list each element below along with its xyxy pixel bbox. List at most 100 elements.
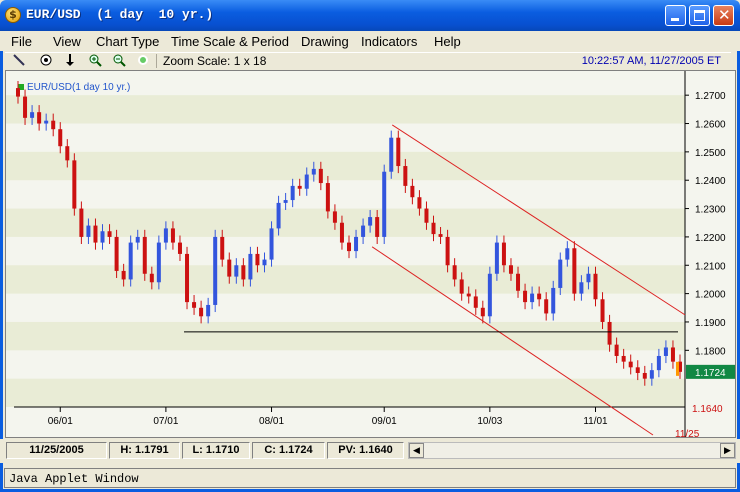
ohlc-body (544, 299, 549, 314)
price-chart[interactable]: 1.2700 1.2600 1.2500 1.2400 1.2300 1.2200 1.21… (6, 71, 735, 437)
zoom-out-icon[interactable] (111, 53, 127, 69)
ohlc-body (44, 120, 49, 124)
ohlc-body (516, 273, 521, 291)
menu-drawing[interactable]: Drawing (301, 34, 349, 49)
ohlc-body (30, 112, 35, 118)
status-close: C: 1.1724 (252, 442, 325, 459)
ohlc-body (318, 168, 323, 184)
marker-price-label: 1.1640 (692, 404, 723, 415)
ohlc-body (480, 307, 485, 317)
window-frame-left (0, 31, 3, 492)
minimize-button[interactable] (665, 5, 686, 26)
ohlc-body (670, 347, 675, 362)
ohlc-body (325, 183, 330, 212)
ohlc-body (396, 137, 401, 167)
ohlc-body (656, 355, 661, 371)
ohlc-body (663, 347, 668, 356)
menu-view[interactable]: View (53, 34, 81, 49)
window-title: EUR/USD (1 day 10 yr.) (26, 7, 214, 22)
horizontal-scrollbar[interactable]: ◀ ▶ (408, 442, 736, 459)
ohlc-body (523, 290, 528, 303)
ohlc-body (192, 302, 197, 308)
ohlc-body (149, 273, 154, 283)
arrow-down-icon[interactable] (62, 53, 78, 69)
title-bar: $ EUR/USD (1 day 10 yr.) ✕ (0, 0, 740, 31)
ohlc-body (185, 253, 190, 303)
x-tick-label: 08/01 (259, 416, 284, 427)
ohlc-body (79, 208, 84, 237)
ohlc-body (311, 168, 316, 175)
ohlc-body (347, 242, 351, 252)
ohlc-body (445, 236, 450, 266)
close-icon: ✕ (718, 6, 731, 24)
ohlc-body (438, 234, 443, 237)
toolbar: Zoom Scale: 1 x 18 10:22:57 AM, 11/27/20… (5, 52, 731, 71)
ohlc-body (23, 96, 28, 118)
dot-icon[interactable] (135, 53, 151, 69)
ohlc-body (579, 282, 584, 294)
ohlc-body (551, 287, 556, 314)
scroll-left-icon[interactable]: ◀ (409, 443, 424, 458)
ohlc-body (262, 259, 267, 266)
ohlc-body (389, 137, 394, 172)
toolbar-separator (156, 54, 157, 68)
ohlc-body (156, 242, 161, 283)
y-tick-label: 1.1800 (695, 346, 726, 357)
ohlc-body (354, 236, 359, 252)
y-tick-label: 1.2700 (695, 91, 726, 102)
menu-file[interactable]: File (11, 34, 32, 49)
maximize-icon (694, 10, 705, 21)
pencil-icon[interactable] (11, 53, 27, 69)
ohlc-body (220, 236, 225, 260)
ohlc-body (283, 200, 288, 203)
ohlc-body (86, 225, 91, 237)
ohlc-body (375, 217, 380, 237)
zoom-in-icon[interactable] (87, 53, 103, 69)
ohlc-body (614, 344, 619, 356)
menu-indicators[interactable]: Indicators (361, 34, 417, 49)
y-tick-label: 1.2600 (695, 120, 726, 131)
x-tick-label: 09/01 (372, 416, 397, 427)
ohlc-body (417, 197, 422, 209)
footer-label: Java Applet Window (9, 472, 139, 486)
ohlc-body (649, 370, 654, 379)
ohlc-body (142, 236, 147, 274)
ohlc-body (635, 367, 640, 373)
ohlc-body (600, 299, 605, 322)
chart-area[interactable]: 1.2700 1.2600 1.2500 1.2400 1.2300 1.2200 1.21… (5, 70, 736, 438)
menu-chart-type[interactable]: Chart Type (96, 34, 159, 49)
ohlc-body (269, 228, 274, 260)
scroll-right-icon[interactable]: ▶ (720, 443, 735, 458)
ohlc-body (607, 321, 612, 345)
timestamp: 10:22:57 AM, 11/27/2005 ET (581, 55, 721, 67)
x-tick-label: 11/01 (583, 416, 608, 427)
ohlc-body (466, 293, 471, 297)
ohlc-body (276, 202, 281, 229)
ohlc-body (114, 236, 119, 271)
ohlc-body (501, 242, 506, 266)
close-button[interactable]: ✕ (713, 5, 734, 26)
ohlc-body (487, 273, 492, 317)
status-date: 11/25/2005 (6, 442, 107, 459)
ohlc-body (530, 293, 535, 303)
menu-time-scale[interactable]: Time Scale & Period (171, 34, 289, 49)
status-pv: PV: 1.1640 (327, 442, 404, 459)
ohlc-body (452, 265, 457, 280)
maximize-button[interactable] (689, 5, 710, 26)
status-high: H: 1.1791 (109, 442, 180, 459)
y-tick-label: 1.2400 (695, 176, 726, 187)
y-tick-label: 1.2200 (695, 233, 726, 244)
chart-band (6, 151, 685, 181)
crosshair-icon[interactable] (38, 53, 54, 69)
y-tick-label: 1.2100 (695, 261, 726, 272)
ohlc-body (431, 222, 436, 235)
ohlc-body (494, 242, 499, 274)
menu-help[interactable]: Help (434, 34, 461, 49)
ohlc-body (121, 270, 126, 280)
ohlc-body (170, 228, 175, 243)
ohlc-body (565, 248, 570, 260)
ohlc-body (58, 129, 63, 147)
ohlc-body (199, 307, 204, 317)
status-low: L: 1.1710 (182, 442, 250, 459)
ohlc-body (93, 225, 98, 243)
